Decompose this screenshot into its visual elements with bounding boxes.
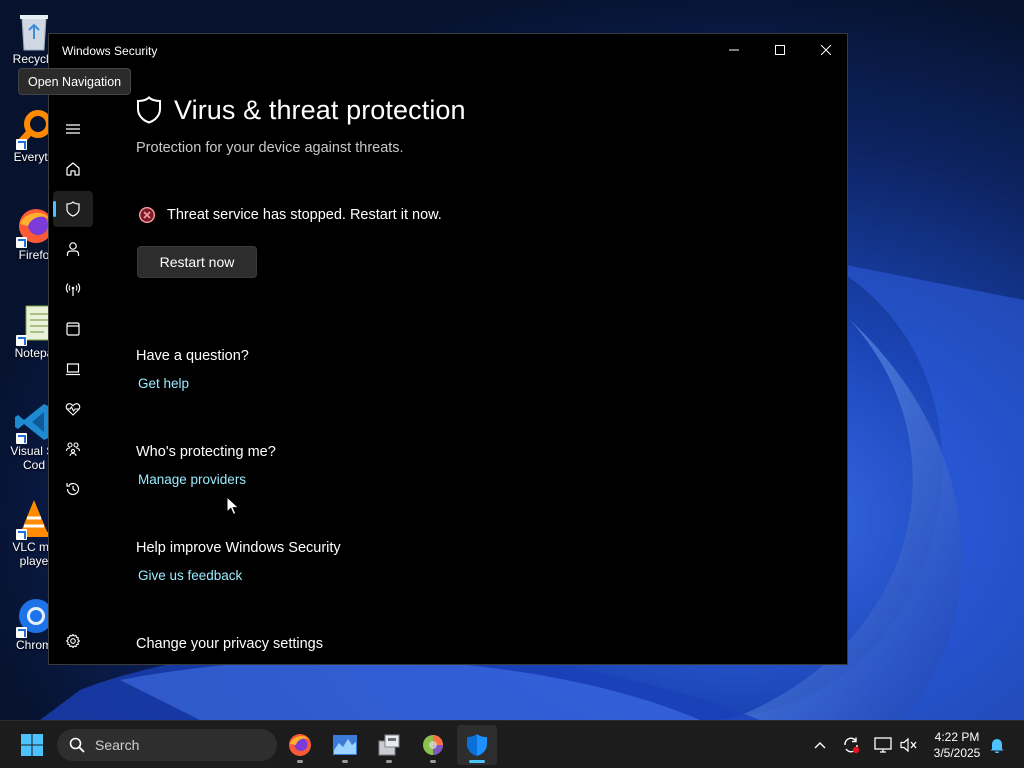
nav-item-virus-threat-protection[interactable] (53, 191, 93, 227)
start-button[interactable] (12, 725, 52, 765)
tray-network[interactable] (873, 735, 893, 755)
alert-message: Threat service has stopped. Restart it n… (167, 207, 442, 223)
gear-icon (65, 633, 81, 649)
manage-providers-link[interactable]: Manage providers (138, 472, 246, 487)
error-icon (139, 207, 155, 223)
home-icon (66, 162, 80, 176)
clock-time: 4:22 PM (934, 730, 980, 744)
windows-start-icon (21, 734, 43, 756)
show-hidden-icons-button[interactable] (810, 735, 830, 755)
system-clock[interactable]: 4:22 PM 3/5/2025 (926, 729, 988, 761)
nav-item-account-protection[interactable] (53, 231, 93, 267)
task-manager-icon (333, 735, 357, 755)
nav-item-settings[interactable] (53, 623, 93, 659)
color-wheel-icon (423, 735, 443, 755)
nav-item-home[interactable] (53, 151, 93, 187)
shield-icon (66, 201, 80, 217)
nav-item-app-browser-control[interactable] (53, 311, 93, 347)
page-header: Virus & threat protection (136, 92, 466, 128)
tray-volume[interactable] (899, 735, 919, 755)
section-heading-privacy-settings: Change your privacy settings (136, 636, 323, 652)
main-content: Virus & threat protection Protection for… (136, 34, 836, 664)
give-us-feedback-link[interactable]: Give us feedback (138, 568, 242, 583)
shield-icon (137, 96, 161, 124)
file-tool-icon (378, 734, 400, 756)
nav-item-firewall-network[interactable] (53, 271, 93, 307)
taskbar: Search 4:22 PM 3/5/2025 (0, 720, 1024, 768)
laptop-icon (66, 363, 80, 376)
taskbar-app-windows-security[interactable] (457, 725, 497, 765)
open-navigation-tooltip: Open Navigation (18, 68, 132, 95)
page-subtitle: Protection for your device against threa… (136, 140, 404, 156)
person-icon (66, 242, 80, 256)
notification-center-button[interactable] (987, 735, 1007, 755)
section-heading-whos-protecting-me: Who's protecting me? (136, 444, 276, 460)
taskbar-app-file-tool[interactable] (369, 725, 409, 765)
mouse-cursor-icon (226, 496, 240, 516)
heart-pulse-icon (65, 403, 81, 416)
page-title: Virus & threat protection (174, 94, 466, 125)
restart-now-button[interactable]: Restart now (137, 246, 257, 278)
tray-sync-status[interactable] (841, 735, 861, 755)
sync-icon (844, 737, 860, 754)
nav-item-device-performance-health[interactable] (53, 391, 93, 427)
hamburger-icon (66, 124, 80, 134)
taskbar-app-color-wheel[interactable] (413, 725, 453, 765)
nav-item-family-options[interactable] (53, 431, 93, 467)
family-icon (65, 442, 81, 457)
search-placeholder: Search (95, 737, 140, 753)
windows-security-window: Windows Security Virus & threat protecti… (48, 33, 848, 665)
get-help-link[interactable]: Get help (138, 376, 189, 391)
threat-service-alert: Threat service has stopped. Restart it n… (138, 206, 442, 224)
taskbar-app-firefox[interactable] (280, 725, 320, 765)
antenna-icon (65, 283, 81, 296)
nav-hamburger-button[interactable] (53, 111, 93, 147)
taskbar-search-box[interactable]: Search (57, 729, 277, 761)
nav-item-device-security[interactable] (53, 351, 93, 387)
search-icon (69, 737, 85, 753)
volume-muted-icon (900, 737, 917, 753)
history-icon (66, 482, 80, 496)
windows-security-icon (467, 734, 487, 756)
taskbar-app-task-manager[interactable] (325, 725, 365, 765)
notification-bell-icon (990, 739, 1004, 753)
firefox-icon (289, 734, 311, 756)
browser-window-icon (66, 322, 80, 336)
section-heading-help-improve: Help improve Windows Security (136, 540, 341, 556)
network-icon (874, 737, 892, 753)
chevron-up-icon (814, 742, 826, 749)
clock-date: 3/5/2025 (933, 746, 981, 760)
section-heading-have-a-question: Have a question? (136, 348, 249, 364)
nav-item-protection-history[interactable] (53, 471, 93, 507)
